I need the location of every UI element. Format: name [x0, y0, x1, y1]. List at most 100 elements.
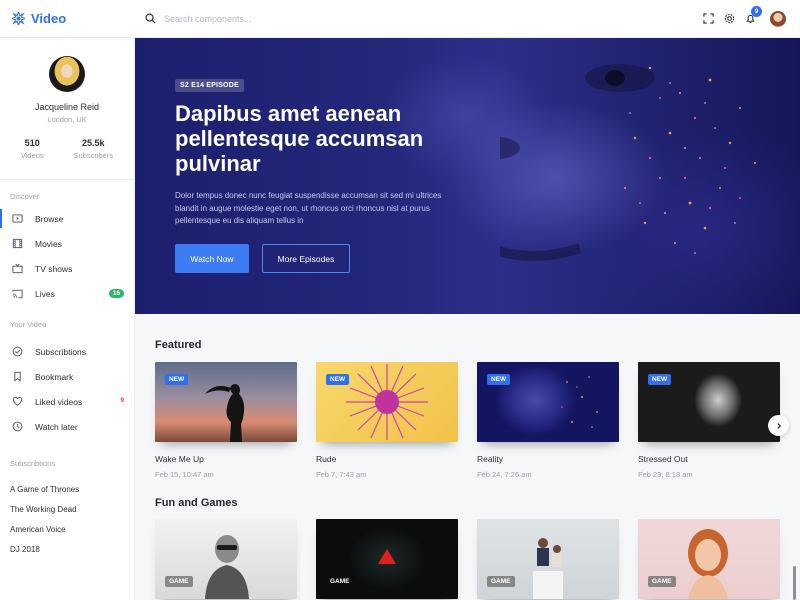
new-badge: NEW	[487, 374, 511, 385]
video-title[interactable]: Wake Me Up	[155, 454, 297, 464]
sidebar-item-bookmark[interactable]: Bookmark	[0, 364, 134, 389]
sidebar-item-lives[interactable]: Lives 16	[0, 281, 134, 306]
section-title-your-video: Your Video	[10, 320, 47, 329]
sidebar-item-browse[interactable]: Browse	[0, 206, 134, 231]
search-input[interactable]	[164, 13, 364, 24]
featured-heading: Featured	[155, 339, 202, 351]
sidebar-item-label: Browse	[35, 213, 64, 224]
stat-label: Subscribers	[73, 151, 114, 160]
notification-badge: 9	[751, 6, 762, 17]
app-name: Video	[31, 11, 67, 26]
more-episodes-button[interactable]: More Episodes	[262, 244, 350, 273]
video-card[interactable]: GAME	[638, 519, 780, 599]
clock-icon	[12, 421, 23, 432]
sidebar-item-tv-shows[interactable]: TV shows	[0, 256, 134, 281]
profile-location: London, UK	[47, 115, 87, 124]
cast-icon	[12, 288, 23, 299]
stat-subscribers: 25.5k Subscribers	[73, 138, 113, 160]
video-card[interactable]: GAME	[316, 519, 458, 599]
video-thumbnail[interactable]: NEW	[155, 362, 297, 442]
gear-icon[interactable]	[724, 13, 735, 24]
triangle-image	[378, 549, 396, 564]
sidebar-item-movies[interactable]: Movies	[0, 231, 134, 256]
chevron-right-icon	[776, 422, 781, 429]
profile-stats: 510 Videos 25.5k Subscribers	[0, 138, 134, 160]
watch-now-button[interactable]: Watch Now	[175, 244, 249, 273]
sidebar-item-label: Subscribtions	[35, 346, 87, 357]
sidebar: Jacqueline Reid London, UK 510 Videos 25…	[0, 38, 135, 600]
sidebar-item-label: Bookmark	[35, 371, 74, 382]
video-date: Feb 24, 7:26 am	[477, 470, 532, 479]
video-date: Feb 23, 8:18 am	[638, 470, 693, 479]
game-badge: GAME	[165, 576, 193, 587]
hero-image	[500, 64, 756, 261]
stat-value: 25.5k	[82, 138, 105, 148]
profile-avatar[interactable]	[49, 56, 85, 92]
logo-icon	[12, 12, 25, 25]
video-thumbnail[interactable]: GAME	[155, 519, 297, 599]
video-card[interactable]: NEW Wake Me Up Feb 15, 10:47 am	[155, 362, 297, 479]
hero-title: Dapibus amet aenean pellentesque accumsa…	[175, 101, 424, 176]
sidebar-item-label: Movies	[35, 238, 62, 249]
new-badge: NEW	[165, 374, 189, 385]
sidebar-item-label: Watch later	[35, 421, 78, 432]
subscription-item[interactable]: A Game of Thrones	[0, 479, 134, 499]
new-badge: NEW	[648, 374, 672, 385]
live-count-badge: 16	[108, 289, 124, 298]
scrollbar[interactable]	[793, 566, 796, 600]
video-card[interactable]: GAME	[155, 519, 297, 599]
section-title-discover: Discover	[10, 192, 40, 201]
game-badge: GAME	[330, 578, 350, 585]
game-badge: GAME	[648, 576, 676, 587]
video-card[interactable]: NEW Reality Feb 24, 7:26 am	[477, 362, 619, 479]
main-content: Featured NEW Wake Me Up Feb 15, 10:47 am	[135, 314, 800, 600]
hero-description: Dolor tempus donec nunc feugiat suspendi…	[175, 191, 442, 225]
video-date: Feb 15, 10:47 am	[155, 470, 214, 479]
couple-image	[533, 538, 563, 599]
subscription-item[interactable]: DJ 2018	[0, 539, 134, 559]
video-thumbnail[interactable]: GAME	[477, 519, 619, 599]
search-icon	[145, 13, 156, 24]
profile-name: Jacqueline Reid	[34, 102, 100, 112]
woman-image	[688, 529, 728, 599]
fun-and-games-heading: Fun and Games	[155, 497, 238, 509]
liked-count-badge: 9	[120, 397, 124, 404]
video-card[interactable]: GAME	[477, 519, 619, 599]
person-image	[205, 535, 249, 599]
stat-value: 510	[24, 138, 40, 148]
game-badge: GAME	[487, 576, 515, 587]
sidebar-item-subscriptions[interactable]: Subscribtions	[0, 339, 134, 364]
play-box-icon	[12, 213, 23, 224]
brand[interactable]: Video	[0, 0, 135, 38]
sidebar-item-label: Lives	[35, 288, 55, 299]
stat-label: Videos	[20, 151, 44, 160]
user-avatar[interactable]	[770, 10, 786, 27]
tv-icon	[12, 263, 23, 274]
subscription-item[interactable]: American Voice	[0, 519, 134, 539]
video-title[interactable]: Rude	[316, 454, 458, 464]
video-thumbnail[interactable]: NEW	[316, 362, 458, 442]
sidebar-item-watch-later[interactable]: Watch later	[0, 414, 134, 439]
video-thumbnail[interactable]: NEW	[638, 362, 780, 442]
profile-card: Jacqueline Reid London, UK 510 Videos 25…	[0, 38, 134, 180]
search-bar	[135, 13, 703, 24]
bookmark-icon	[12, 371, 23, 382]
video-thumbnail[interactable]: GAME	[638, 519, 780, 599]
sidebar-item-liked-videos[interactable]: Liked videos 9	[0, 389, 134, 414]
top-actions: 9	[703, 6, 800, 27]
subscription-item[interactable]: The Working Dead	[0, 499, 134, 519]
video-card[interactable]: NEW Rude Feb 7, 7:43 am	[316, 362, 458, 479]
video-thumbnail[interactable]: GAME	[316, 519, 458, 599]
fullscreen-icon[interactable]	[703, 13, 714, 24]
bell-icon[interactable]: 9	[745, 6, 762, 24]
video-title[interactable]: Reality	[477, 454, 619, 464]
new-badge: NEW	[326, 374, 350, 385]
video-date: Feb 7, 7:43 am	[316, 470, 367, 479]
video-title[interactable]: Stressed Out	[638, 454, 780, 464]
video-card[interactable]: NEW Stressed Out Feb 23, 8:18 am	[638, 362, 780, 479]
stat-videos: 510 Videos	[21, 138, 44, 160]
top-bar: Video 9	[0, 0, 800, 38]
video-thumbnail[interactable]: NEW	[477, 362, 619, 442]
carousel-next-button[interactable]	[768, 415, 789, 436]
hero-banner: S2 E14 EPISODE Dapibus amet aenean pelle…	[135, 38, 800, 314]
